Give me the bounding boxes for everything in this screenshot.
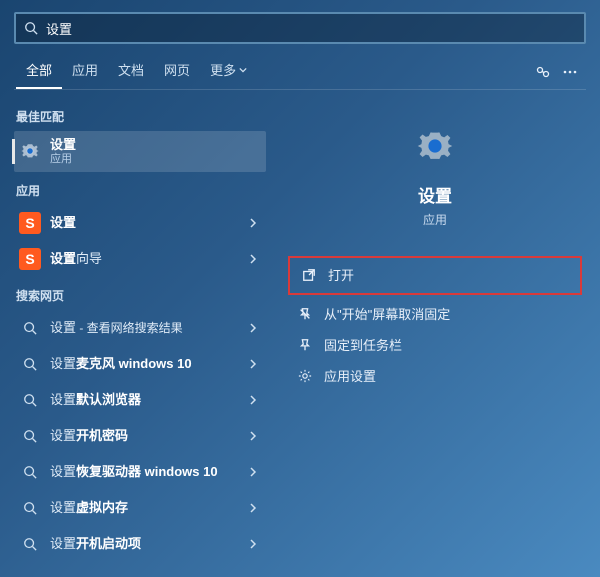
unpin-icon: [294, 307, 316, 321]
best-match-item[interactable]: 设置 应用: [14, 131, 266, 172]
action-pin-taskbar[interactable]: 固定到任务栏: [288, 330, 582, 359]
web-result[interactable]: 设置默认浏览器: [14, 382, 266, 418]
top-nav: 全部 应用 文档 网页 更多: [0, 54, 600, 89]
pin-icon: [294, 338, 316, 352]
web-result[interactable]: 设置虚拟内存: [14, 490, 266, 526]
section-best-match: 最佳匹配: [16, 108, 266, 125]
chevron-right-icon: [248, 395, 258, 405]
chevron-right-icon: [248, 431, 258, 441]
search-icon: [24, 21, 38, 35]
action-app-settings[interactable]: 应用设置: [288, 361, 582, 390]
chevron-right-icon: [248, 254, 258, 264]
search-bar[interactable]: [14, 12, 586, 44]
app-result-title: 设置: [50, 215, 76, 230]
app-result[interactable]: S 设置: [14, 205, 266, 241]
tab-all[interactable]: 全部: [16, 54, 62, 89]
open-icon: [298, 268, 320, 282]
gear-small-icon: [294, 369, 316, 383]
detail-subtitle: 应用: [423, 211, 447, 228]
chevron-right-icon: [248, 218, 258, 228]
gear-icon: [18, 139, 42, 163]
chevron-right-icon: [248, 503, 258, 513]
search-icon: [18, 316, 42, 340]
chevron-right-icon: [248, 323, 258, 333]
web-result[interactable]: 设置开机密码: [14, 418, 266, 454]
action-label: 应用设置: [324, 366, 376, 385]
sogou-icon: S: [18, 247, 42, 271]
chevron-right-icon: [248, 539, 258, 549]
action-label: 固定到任务栏: [324, 335, 402, 354]
section-apps: 应用: [16, 182, 266, 199]
tab-more-label: 更多: [210, 60, 236, 79]
detail-column: 设置 应用 打开 从"开始"屏幕取消固定 固定到任务栏 应用设置: [270, 98, 600, 562]
results-column: 最佳匹配 设置 应用 应用 S 设置 S 设置向导 搜索网页 设置 - 查看网络…: [0, 98, 270, 562]
sogou-icon: S: [18, 211, 42, 235]
search-icon: [18, 352, 42, 376]
tab-docs[interactable]: 文档: [108, 54, 154, 89]
app-result-suffix: 向导: [76, 251, 102, 266]
action-open[interactable]: 打开: [292, 260, 578, 289]
web-result[interactable]: 设置麦克风 windows 10: [14, 346, 266, 382]
chevron-right-icon: [248, 467, 258, 477]
chevron-down-icon: [239, 66, 247, 74]
search-icon: [18, 532, 42, 556]
more-options-icon[interactable]: [556, 58, 584, 86]
highlight-box: 打开: [288, 256, 582, 295]
chevron-right-icon: [248, 359, 258, 369]
search-icon: [18, 424, 42, 448]
search-icon: [18, 460, 42, 484]
section-web: 搜索网页: [16, 287, 266, 304]
tab-more[interactable]: 更多: [200, 54, 257, 89]
search-input[interactable]: [46, 21, 576, 36]
web-result[interactable]: 设置 - 查看网络搜索结果: [14, 310, 266, 346]
action-label: 从"开始"屏幕取消固定: [324, 304, 450, 323]
search-icon: [18, 388, 42, 412]
app-result-prefix: 设置: [50, 251, 76, 266]
action-unpin-start[interactable]: 从"开始"屏幕取消固定: [288, 299, 582, 328]
feedback-icon[interactable]: [528, 58, 556, 86]
detail-title: 设置: [418, 182, 452, 207]
app-result[interactable]: S 设置向导: [14, 241, 266, 277]
best-match-subtitle: 应用: [50, 153, 258, 166]
tab-apps[interactable]: 应用: [62, 54, 108, 89]
action-label: 打开: [328, 265, 354, 284]
best-match-title: 设置: [50, 137, 258, 153]
web-result[interactable]: 设置开机启动项: [14, 526, 266, 562]
gear-icon: [413, 124, 457, 168]
web-result[interactable]: 设置恢复驱动器 windows 10: [14, 454, 266, 490]
tab-web[interactable]: 网页: [154, 54, 200, 89]
search-icon: [18, 496, 42, 520]
